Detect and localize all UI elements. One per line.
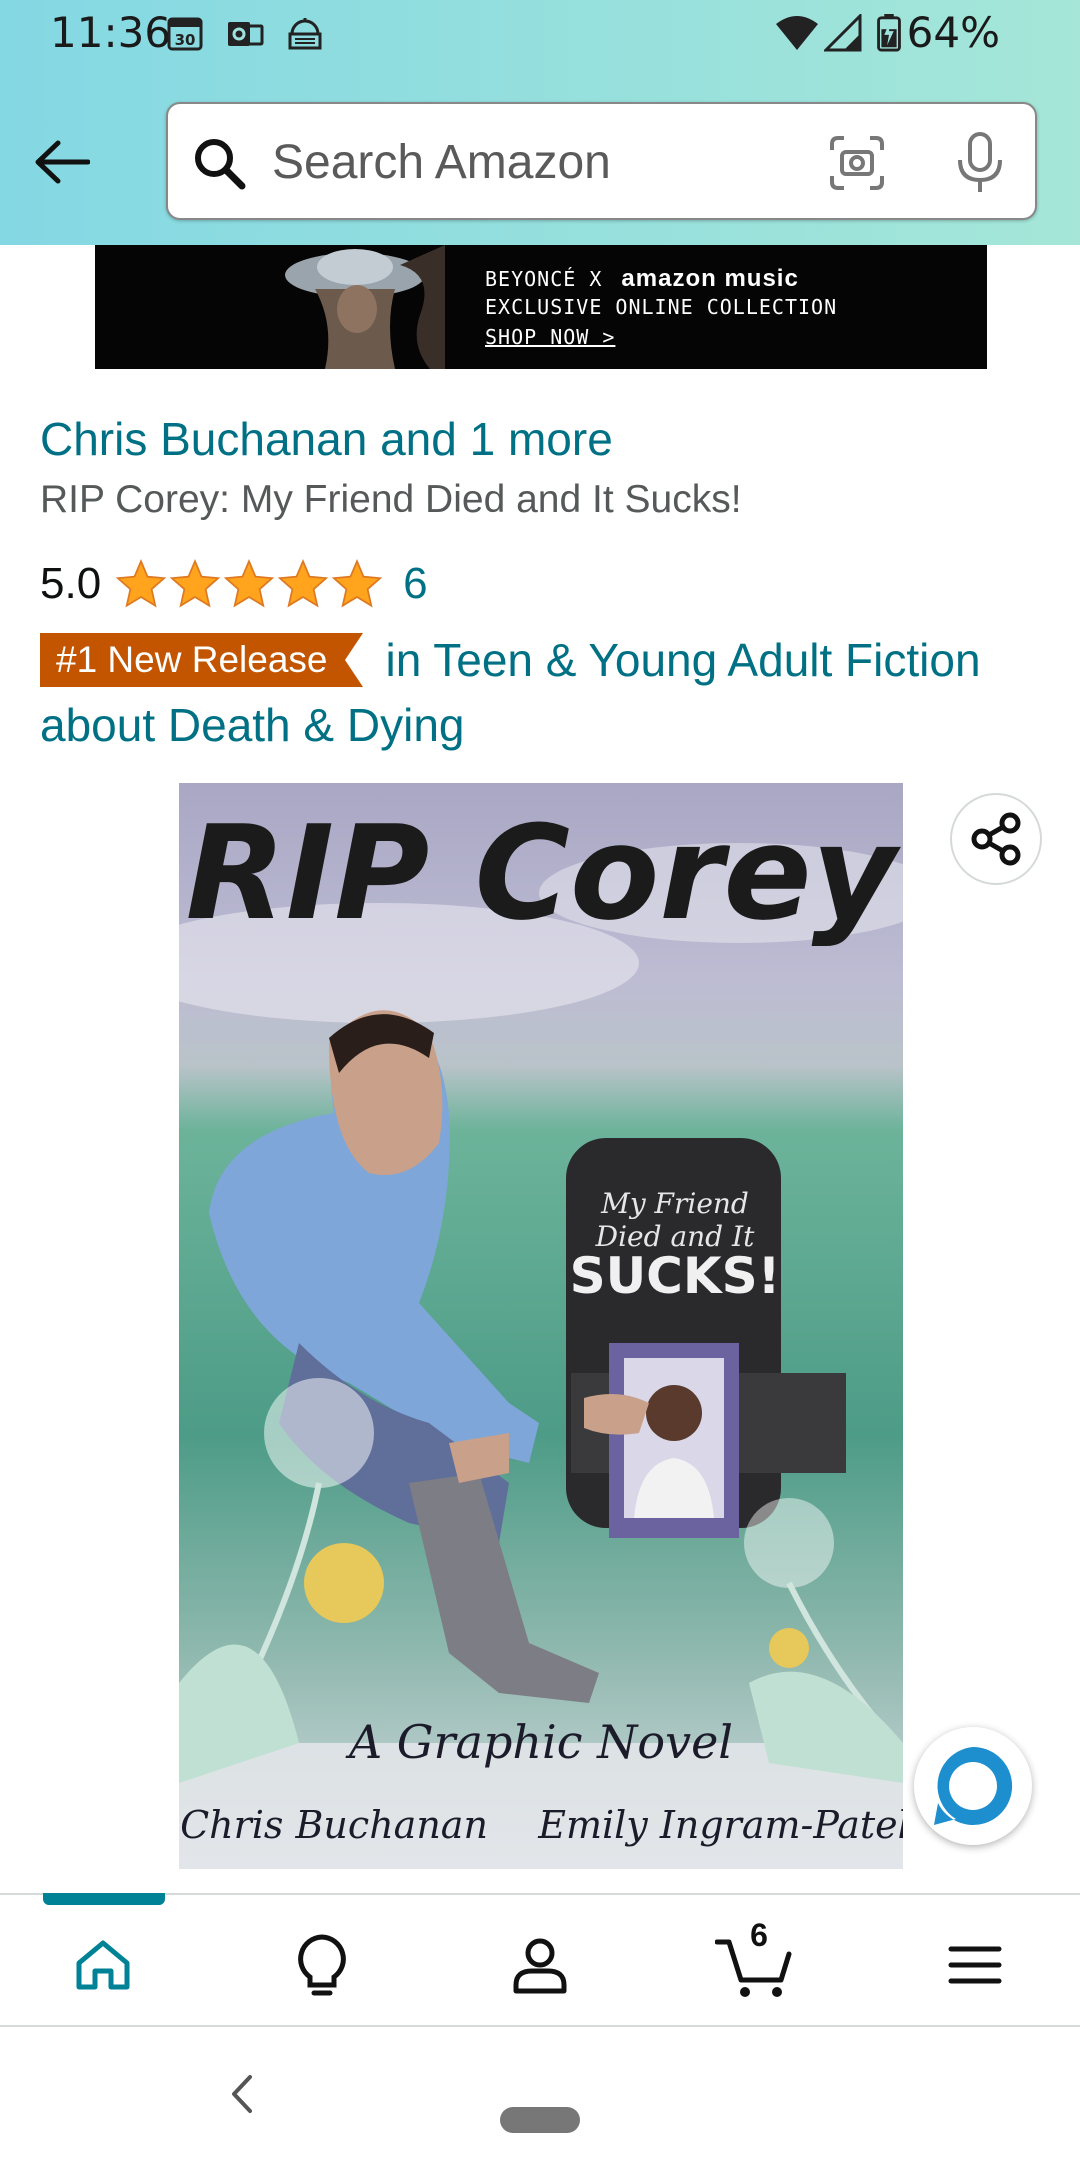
rating-row[interactable]: 5.0 6 <box>40 552 428 616</box>
nav-cart[interactable]: 6 <box>715 1917 795 2005</box>
book-title: RIP Corey: My Friend Died and It Sucks! <box>40 478 742 521</box>
battery-icon <box>877 14 901 52</box>
star-icon <box>331 559 383 608</box>
account-icon <box>513 1938 567 1994</box>
promo-banner[interactable]: BEYONCÉ X amazon music EXCLUSIVE ONLINE … <box>95 245 987 369</box>
book-cover: RIP Corey My Friend Died and It SUCKS! A… <box>179 783 903 1869</box>
star-icon <box>115 559 167 608</box>
review-count-link[interactable]: 6 <box>403 559 427 609</box>
bottom-nav: 6 <box>0 1895 1080 2025</box>
svg-text:30: 30 <box>175 31 196 49</box>
calendar-icon: 30 <box>167 17 203 51</box>
cart-count: 6 <box>750 1917 768 1953</box>
search-bar[interactable] <box>166 102 1037 220</box>
banner-line-2: EXCLUSIVE ONLINE COLLECTION <box>485 295 838 319</box>
cover-subtitle: A Graphic Novel <box>345 1715 733 1769</box>
star-icon <box>169 559 221 608</box>
product-image[interactable]: RIP Corey My Friend Died and It SUCKS! A… <box>179 783 903 1869</box>
status-time: 11:36 <box>50 8 172 57</box>
search-input[interactable] <box>272 124 832 200</box>
home-icon <box>76 1940 130 1990</box>
author-link[interactable]: Chris Buchanan and 1 more <box>40 412 613 466</box>
microphone-icon[interactable] <box>952 130 1008 194</box>
bestseller-row[interactable]: #1 New Release in Teen & Young Adult Fict… <box>40 628 1050 758</box>
share-button[interactable] <box>950 793 1042 885</box>
system-nav-bar <box>0 2027 1080 2160</box>
cover-author-2: Emily Ingram-Patel <box>537 1803 903 1847</box>
radio-icon <box>288 18 322 50</box>
nav-account[interactable] <box>500 1925 580 2005</box>
signal-icon <box>824 14 862 52</box>
promo-artwork <box>285 245 445 369</box>
app-header: 11:36 30 64% Search Amazon <box>0 0 1080 245</box>
star-icon <box>223 559 275 608</box>
outlook-icon <box>228 22 264 46</box>
rating-value: 5.0 <box>40 559 102 608</box>
search-icon <box>195 139 246 190</box>
camera-scan-icon[interactable] <box>828 134 886 192</box>
banner-shop-now-link[interactable]: SHOP NOW > <box>485 325 615 349</box>
battery-percent: 64% <box>906 8 1000 57</box>
wifi-icon <box>776 16 818 50</box>
chat-bubble-icon <box>934 1746 1013 1825</box>
cover-tombstone-line1: My Friend <box>600 1187 749 1220</box>
system-home-pill[interactable] <box>500 2107 580 2133</box>
share-icon <box>971 812 1021 866</box>
rufus-assistant-button[interactable] <box>914 1727 1032 1845</box>
nav-active-indicator <box>43 1893 165 1905</box>
banner-line-1: BEYONCÉ X amazon music <box>485 265 799 292</box>
new-release-badge: #1 New Release <box>40 633 364 687</box>
cover-title: RIP Corey <box>186 797 902 949</box>
arrow-left-icon <box>35 140 90 184</box>
inspire-icon <box>298 1934 346 1996</box>
cover-author-1: Chris Buchanan <box>180 1803 488 1847</box>
cover-tombstone-line3: SUCKS! <box>570 1247 781 1305</box>
star-rating <box>115 558 383 610</box>
status-bar: 11:36 30 64% <box>0 0 1080 68</box>
nav-home[interactable] <box>63 1925 143 2005</box>
system-back-icon[interactable] <box>222 2069 262 2119</box>
star-icon <box>277 559 329 608</box>
nav-menu[interactable] <box>935 1925 1015 2005</box>
back-button[interactable] <box>28 128 96 196</box>
menu-icon <box>948 1946 1002 1984</box>
nav-inspire[interactable] <box>282 1925 362 2005</box>
